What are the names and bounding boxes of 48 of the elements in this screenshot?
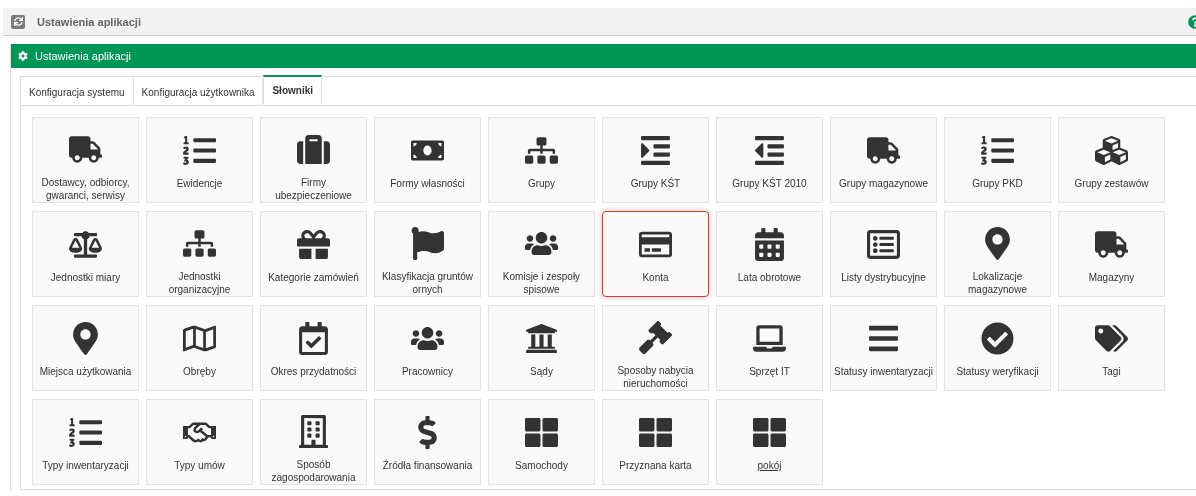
dictionary-tile[interactable]: Grupy zestawów: [1058, 117, 1165, 203]
suitcase-icon: [297, 132, 330, 167]
gavel-icon: [639, 320, 672, 355]
dictionary-tile[interactable]: Sądy: [488, 305, 595, 391]
dictionary-tile[interactable]: Grupy PKD: [944, 117, 1051, 203]
page-title: Ustawienia aplikacji: [37, 15, 141, 28]
dictionary-tile[interactable]: Okres przydatności: [260, 305, 367, 391]
dictionary-tile[interactable]: Grupy magazynowe: [830, 117, 937, 203]
building-icon: [297, 414, 330, 449]
calendar-check-icon: [297, 320, 330, 356]
dictionary-tile[interactable]: Typy umów: [146, 399, 253, 485]
dictionary-tile[interactable]: Lokalizacje magazynowe: [944, 211, 1051, 297]
dictionary-tile[interactable]: pokój: [716, 399, 823, 485]
dictionary-tile[interactable]: Przyznana karta: [602, 399, 709, 485]
dictionary-tile[interactable]: Miejsca użytkowania: [32, 305, 139, 391]
tab[interactable]: Słowniki: [263, 75, 322, 104]
dictionary-tile[interactable]: Klasyfikacja gruntów ornych: [374, 211, 481, 297]
dictionary-tile[interactable]: Tagi: [1058, 305, 1165, 391]
dictionary-tile[interactable]: Grupy KŚT: [602, 117, 709, 203]
dictionary-tile[interactable]: Jednostki miary: [32, 211, 139, 297]
dictionary-tile[interactable]: Sposoby nabycia nieruchomości: [602, 305, 709, 391]
dictionary-tile[interactable]: Grupy: [488, 117, 595, 203]
dictionary-tile[interactable]: Magazyny: [1058, 211, 1165, 297]
dictionary-tile[interactable]: Typy inwentaryzacji: [32, 399, 139, 485]
dictionary-tile[interactable]: Samochody: [488, 399, 595, 485]
dictionary-tile[interactable]: Obręby: [146, 305, 253, 391]
dictionary-tile[interactable]: Listy dystrybucyjne: [830, 211, 937, 297]
settings-icon: [18, 51, 28, 61]
dictionary-tile[interactable]: Lata obrotowe: [716, 211, 823, 297]
dictionary-tile[interactable]: Sposób zagospodarowania: [260, 399, 367, 485]
dictionary-tile[interactable]: Formy własności: [374, 117, 481, 203]
dictionary-tile[interactable]: Jednostki organizacyjne: [146, 211, 253, 297]
dictionary-tile[interactable]: Konta: [602, 211, 709, 297]
dictionary-tile[interactable]: Sprzęt IT: [716, 305, 823, 391]
dictionary-tile[interactable]: Statusy inwentaryzacji: [830, 305, 937, 391]
flag-icon: [411, 226, 444, 261]
dictionary-tile[interactable]: Dostawcy, odbiorcy, gwaranci, serwisy: [32, 117, 139, 203]
dictionary-tile[interactable]: Kategorie zamówień: [260, 211, 367, 297]
dictionary-tile[interactable]: Grupy KŚT 2010: [716, 117, 823, 203]
dictionary-tile[interactable]: Firmy ubezpieczeniowe: [260, 117, 367, 203]
dictionary-tile[interactable]: Źródła finansowania: [374, 399, 481, 485]
calendar-icon: [753, 226, 786, 262]
dictionary-tile[interactable]: Pracownicy: [374, 305, 481, 391]
dictionary-tile[interactable]: Ewidencje: [146, 117, 253, 203]
refresh-icon[interactable]: [11, 14, 25, 29]
dictionary-tile[interactable]: Komisje i zespoły spisowe: [488, 211, 595, 297]
dictionary-tile[interactable]: Statusy weryfikacji: [944, 305, 1051, 391]
panel-title: Ustawienia aplikacji: [35, 50, 131, 62]
